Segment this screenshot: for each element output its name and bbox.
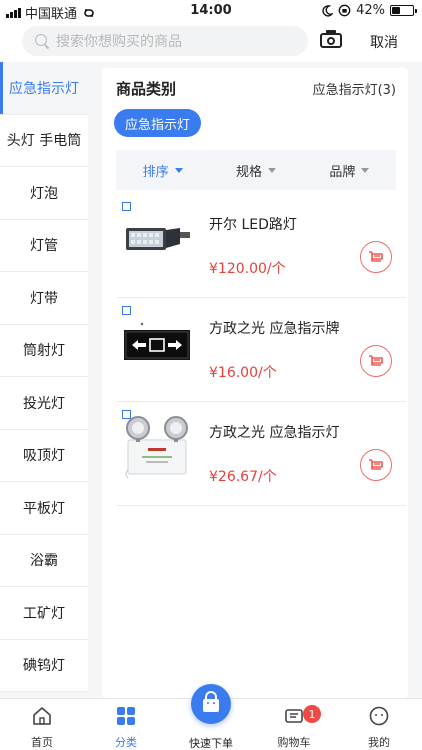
sidebar-item-bulb[interactable]: 灯泡 — [0, 167, 88, 220]
nav-mine[interactable]: 我的 — [349, 705, 409, 750]
product-item[interactable]: 方政之光 应急指示灯 ¥26.67/个 — [116, 402, 406, 506]
orientation-lock-icon — [338, 4, 351, 17]
sidebar-item-floodlight[interactable]: 投光灯 — [0, 377, 88, 430]
sidebar-item-downlight[interactable]: 筒射灯 — [0, 324, 88, 377]
nav-cart-label: 购物车 — [277, 736, 311, 749]
cart-icon — [369, 355, 383, 366]
search-input[interactable]: 搜索你想购买的商品 — [22, 26, 308, 56]
add-to-cart-button[interactable] — [360, 241, 392, 273]
battery-percent: 42% — [356, 3, 385, 18]
sort-dropdown[interactable]: 排序 — [116, 161, 209, 180]
sidebar-item-ceiling-light[interactable]: 吸顶灯 — [0, 429, 88, 482]
caret-down-icon — [268, 167, 276, 173]
exit-sign-image — [124, 322, 190, 360]
sidebar-item-bath-heater[interactable]: 浴霸 — [0, 534, 88, 587]
nav-mine-label: 我的 — [368, 736, 390, 749]
search-header: 搜索你想购买的商品 取消 — [0, 22, 422, 62]
cart-icon — [369, 251, 383, 262]
home-icon — [33, 707, 51, 725]
product-price: ¥26.67/个 — [209, 469, 277, 485]
profile-icon — [369, 706, 389, 726]
section-title: 商品类别 — [116, 80, 177, 98]
category-grid-icon — [117, 707, 135, 725]
product-item[interactable]: 方政之光 应急指示牌 ¥16.00/个 — [116, 298, 406, 402]
product-panel: 商品类别 应急指示灯(3) 应急指示灯 排序 规格 品牌 开尔 LED路灯 ¥1… — [102, 68, 408, 698]
quick-order-button[interactable] — [191, 684, 231, 724]
category-sidebar: 应急指示灯 头灯 手电筒 灯泡 灯管 灯带 筒射灯 投光灯 吸顶灯 平板灯 浴霸… — [0, 62, 88, 698]
nav-home[interactable]: 首页 — [12, 705, 72, 750]
sidebar-item-panel-light[interactable]: 平板灯 — [0, 482, 88, 535]
brand-label: 品牌 — [329, 164, 356, 180]
sidebar-item-halogen[interactable]: 碘钨灯 — [0, 639, 88, 692]
filter-bar: 排序 规格 品牌 — [116, 150, 396, 190]
sidebar-item-tube[interactable]: 灯管 — [0, 219, 88, 272]
street-light-image — [126, 228, 190, 250]
product-name: 方政之光 应急指示灯 — [209, 425, 340, 441]
subcategory-chip[interactable]: 应急指示灯 — [114, 109, 202, 137]
cart-icon — [285, 709, 303, 723]
product-price: ¥16.00/个 — [209, 365, 277, 381]
cancel-button[interactable]: 取消 — [370, 32, 398, 52]
product-price: ¥120.00/个 — [209, 261, 286, 277]
nav-category[interactable]: 分类 — [96, 705, 156, 750]
sidebar-item-highbay[interactable]: 工矿灯 — [0, 587, 88, 640]
sidebar-item-emergency-light[interactable]: 应急指示灯 — [0, 62, 88, 115]
search-icon — [34, 33, 50, 49]
status-bar: 中国联通 14:00 42% — [0, 0, 422, 22]
sort-label: 排序 — [142, 164, 169, 180]
emergency-light-image — [125, 416, 188, 479]
sidebar-item-strip[interactable]: 灯带 — [0, 272, 88, 325]
caret-down-icon — [174, 167, 183, 173]
spec-dropdown[interactable]: 规格 — [209, 161, 302, 180]
nav-home-label: 首页 — [31, 736, 53, 749]
product-name: 方政之光 应急指示牌 — [209, 321, 340, 337]
add-to-cart-button[interactable] — [360, 449, 392, 481]
add-to-cart-button[interactable] — [360, 345, 392, 377]
cart-icon — [369, 459, 383, 470]
shopping-bag-icon — [203, 691, 219, 712]
product-name: 开尔 LED路灯 — [209, 217, 297, 233]
battery-icon — [390, 5, 417, 16]
sidebar-item-headlamp-flashlight[interactable]: 头灯 手电筒 — [0, 114, 88, 167]
moon-icon — [322, 4, 334, 17]
brand-dropdown[interactable]: 品牌 — [303, 161, 396, 180]
camera-icon[interactable] — [320, 30, 342, 48]
quick-order-label: 快速下单 — [189, 737, 233, 750]
spec-label: 规格 — [235, 164, 262, 180]
search-placeholder: 搜索你想购买的商品 — [56, 34, 182, 50]
category-count: 应急指示灯(3) — [312, 83, 396, 98]
cart-count-badge: 1 — [303, 705, 321, 723]
product-item[interactable]: 开尔 LED路灯 ¥120.00/个 — [116, 194, 406, 298]
caret-down-icon — [361, 167, 370, 173]
nav-category-label: 分类 — [115, 736, 137, 749]
